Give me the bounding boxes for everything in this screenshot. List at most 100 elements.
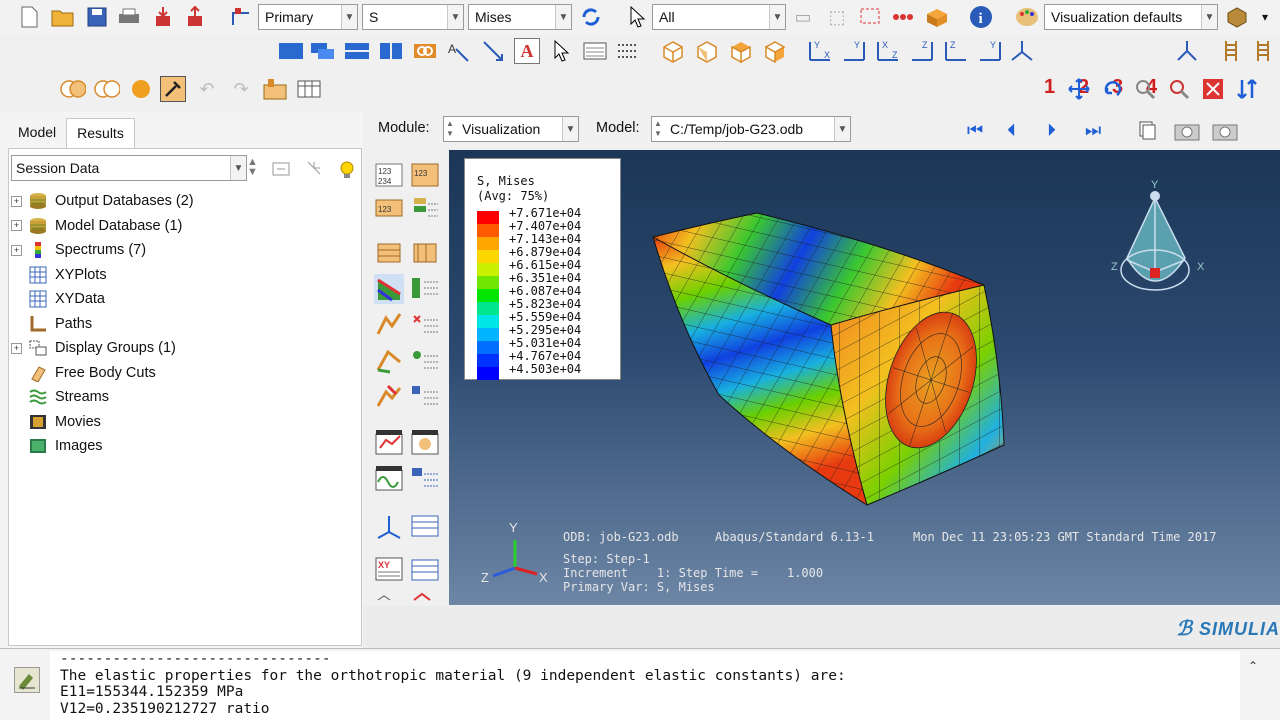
view-axis-zy-icon[interactable]: Y: [976, 38, 1002, 64]
expand-icon[interactable]: +: [11, 220, 22, 232]
plot-deformed-icon[interactable]: 123: [410, 160, 440, 190]
expand-tree-icon[interactable]: [305, 159, 325, 182]
tree-item-xydata[interactable]: XYData: [9, 287, 361, 312]
viewport-single-icon[interactable]: [278, 38, 304, 64]
animation-options-icon[interactable]: [1137, 120, 1157, 145]
tree-item-display-groups[interactable]: + Display Groups (1): [9, 336, 361, 361]
expand-icon[interactable]: +: [11, 342, 22, 354]
contour-options-icon[interactable]: [410, 274, 440, 304]
palette-folder-icon[interactable]: [262, 76, 288, 102]
render-shaded-icon[interactable]: [128, 76, 154, 102]
render-wireframe-icon[interactable]: [60, 76, 86, 102]
stack-options-icon[interactable]: [410, 194, 440, 224]
tab-results[interactable]: Results: [66, 118, 135, 148]
pan-icon[interactable]: [1066, 76, 1092, 102]
select-cursor-icon[interactable]: [624, 4, 650, 30]
tree-item-images[interactable]: Images: [9, 434, 361, 459]
sort-arrows-icon[interactable]: ▲ ▼: [247, 157, 258, 178]
tree-item-xyplots[interactable]: XYPlots: [9, 263, 361, 288]
message-area-icon[interactable]: [14, 667, 40, 693]
plot-material-orientation-icon[interactable]: [374, 346, 404, 376]
play-icon[interactable]: ⏵: [1047, 120, 1056, 141]
animation-options-panel-icon[interactable]: [410, 464, 440, 494]
tree-item-output-databases[interactable]: + Output Databases (2): [9, 189, 361, 214]
camera-icon[interactable]: [1173, 120, 1201, 147]
tree-item-spectrums[interactable]: + Spectrums (7): [9, 238, 361, 263]
annotation-manager-icon[interactable]: [582, 38, 608, 64]
visualization-defaults-combo[interactable]: Visualization defaults ▼: [1044, 4, 1218, 30]
animate-harmonic-icon[interactable]: [374, 464, 404, 494]
primary-output-combo[interactable]: Primary ▼: [258, 4, 358, 30]
superimpose-options-icon[interactable]: [410, 238, 440, 268]
field-output-combo[interactable]: S ▼: [362, 4, 464, 30]
console-output[interactable]: ------------------------------- The elast…: [50, 651, 1240, 720]
view-compass[interactable]: Y Z X: [1111, 178, 1211, 298]
selection-filter-combo[interactable]: All ▼: [652, 4, 786, 30]
drag-select-icon[interactable]: [858, 4, 884, 30]
invariant-combo[interactable]: Mises ▼: [468, 4, 572, 30]
symbol-options-icon[interactable]: [410, 310, 440, 340]
material-orientation-options-icon[interactable]: [410, 346, 440, 376]
front-view-icon[interactable]: [694, 38, 720, 64]
ladder-icon[interactable]: [1218, 38, 1244, 64]
tree-item-paths[interactable]: Paths: [9, 312, 361, 337]
selection-tool-icon[interactable]: ▭: [790, 4, 816, 30]
view-triad-icon[interactable]: [1174, 38, 1200, 64]
save-icon[interactable]: [84, 4, 110, 30]
palette-icon[interactable]: [1014, 4, 1040, 30]
lightbulb-icon[interactable]: [337, 159, 357, 186]
session-data-combo[interactable]: Session Data ▼: [11, 155, 247, 181]
iso-triad-icon[interactable]: [1008, 38, 1034, 64]
stream-tool-icon[interactable]: [410, 590, 440, 604]
view-axis-yz-icon[interactable]: Z: [942, 38, 968, 64]
plot-contours-icon[interactable]: [374, 274, 404, 304]
query-cursor-icon[interactable]: [548, 38, 574, 64]
view-axis-yx-icon[interactable]: Y: [840, 38, 866, 64]
path-tool-icon[interactable]: [374, 590, 404, 604]
list-options-icon[interactable]: [614, 38, 640, 64]
print-icon[interactable]: [116, 4, 142, 30]
tree-item-streams[interactable]: Streams: [9, 385, 361, 410]
display-options-icon[interactable]: [410, 382, 440, 412]
magnify-icon[interactable]: [1132, 76, 1158, 102]
viewport-tile-horizontal-icon[interactable]: [344, 38, 370, 64]
viewport-tile-vertical-icon[interactable]: [378, 38, 404, 64]
create-xy-data-icon[interactable]: XY: [374, 554, 404, 584]
module-combo[interactable]: ▲ ▼ Visualization ▼: [443, 116, 579, 142]
table-icon[interactable]: [296, 76, 322, 102]
cycle-views-icon[interactable]: [1234, 76, 1260, 102]
refresh-icon[interactable]: [578, 4, 604, 30]
scroll-up-icon[interactable]: ⌃: [1248, 659, 1258, 673]
fe-mesh-model[interactable]: [639, 205, 1019, 515]
arrow-annotation-icon[interactable]: [480, 38, 506, 64]
common-options-icon[interactable]: [374, 238, 404, 268]
info-icon[interactable]: i: [968, 4, 994, 30]
view-axis-xy-icon[interactable]: YX: [806, 38, 832, 64]
render-hidden-icon[interactable]: [94, 76, 120, 102]
xy-data-manager-icon[interactable]: [410, 554, 440, 584]
tree-item-model-database[interactable]: + Model Database (1): [9, 214, 361, 239]
previous-frame-icon[interactable]: ⏴: [1007, 120, 1016, 141]
plot-allow-multiple-icon[interactable]: [374, 382, 404, 412]
top-view-icon[interactable]: [728, 38, 754, 64]
node-select-icon[interactable]: [890, 4, 916, 30]
filter-icon[interactable]: [271, 159, 291, 182]
toolbar-overflow-icon[interactable]: ▾: [1252, 4, 1278, 30]
tree-item-free-body-cuts[interactable]: Free Body Cuts: [9, 361, 361, 386]
step-selector-icon[interactable]: [228, 4, 254, 30]
view-axis-xz-icon[interactable]: XZ: [874, 38, 900, 64]
view-axis-zx-icon[interactable]: Z: [908, 38, 934, 64]
plot-symbols-icon[interactable]: [374, 310, 404, 340]
viewport-cascade-icon[interactable]: [310, 38, 336, 64]
import-icon[interactable]: [150, 4, 176, 30]
pick-tool-icon[interactable]: [160, 76, 186, 102]
text-annotation-icon[interactable]: A: [514, 38, 540, 64]
viewport-canvas[interactable]: S, Mises (Avg: 75%) +7.671e+04 +7.407e+0…: [449, 150, 1280, 605]
first-frame-icon[interactable]: ⏮: [967, 120, 983, 141]
auto-fit-icon[interactable]: [1200, 76, 1226, 102]
render-style-icon[interactable]: [1224, 4, 1250, 30]
expand-icon[interactable]: +: [11, 195, 22, 207]
tab-model[interactable]: Model: [8, 118, 66, 148]
symbol-plot-icon[interactable]: 123: [374, 194, 404, 224]
iso-view-icon[interactable]: [660, 38, 686, 64]
